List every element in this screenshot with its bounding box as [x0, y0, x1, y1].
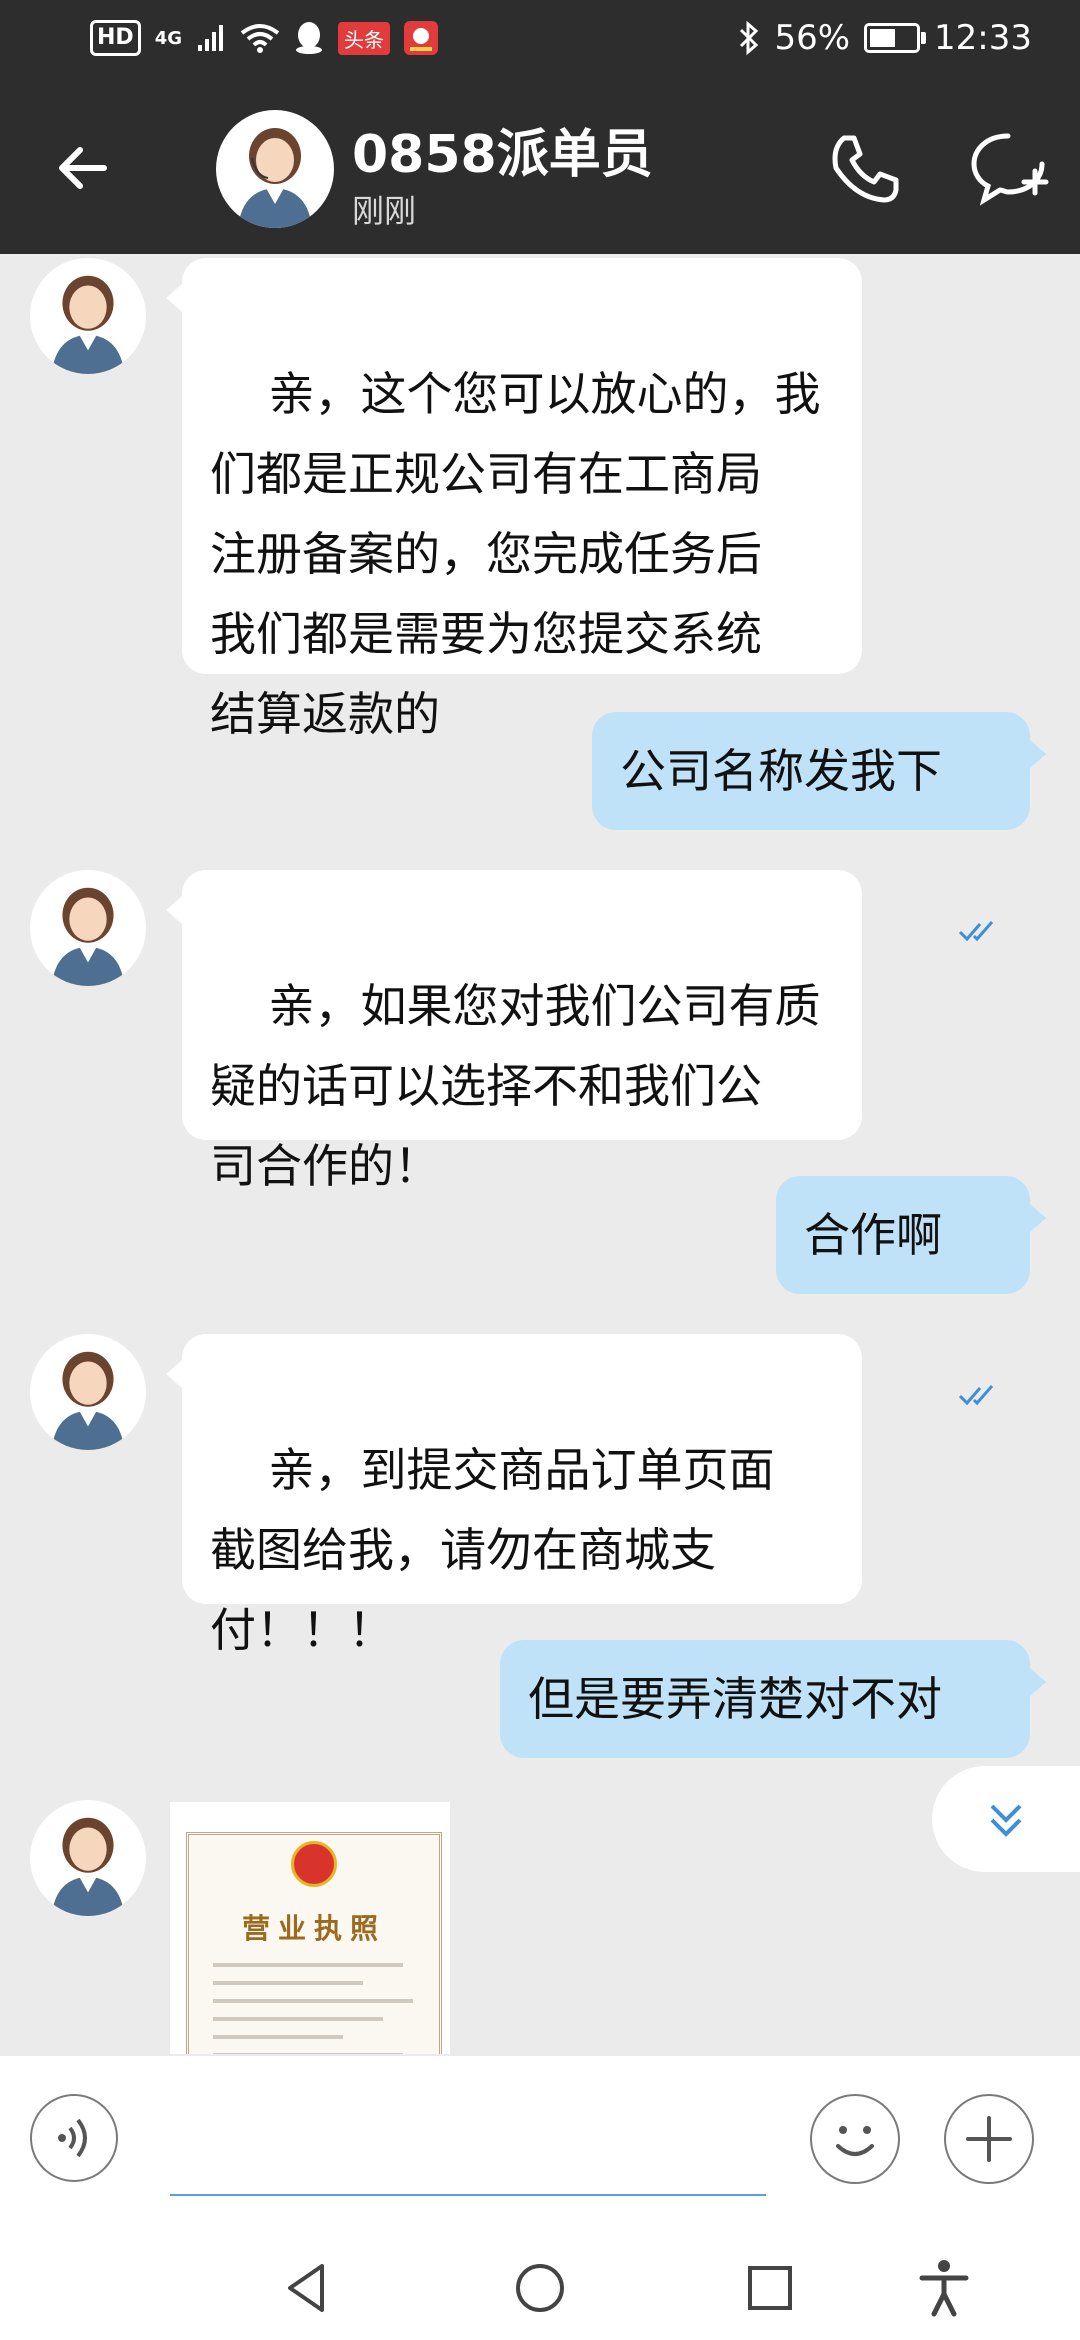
chat-header: 0858派单员 刚刚 [0, 86, 1080, 254]
read-double-tick-icon [958, 1222, 1002, 1406]
network-type: 4G [154, 27, 182, 49]
battery-icon [864, 23, 927, 53]
read-double-tick-icon [958, 758, 1002, 942]
message-text: 但是要弄清楚对不对 [528, 1672, 942, 1726]
back-arrow-icon[interactable] [50, 128, 130, 208]
license-document: 营业执照 [186, 1832, 442, 2054]
license-title: 营业执照 [241, 1912, 386, 1945]
input-bar [0, 2056, 1080, 2230]
wifi-icon [240, 23, 280, 53]
app-icon [404, 21, 438, 55]
clock: 12:33 [934, 18, 1032, 58]
phone-icon[interactable] [824, 128, 904, 208]
plus-icon[interactable] [944, 2094, 1034, 2184]
bluetooth-icon [738, 21, 760, 55]
system-nav-bar [0, 2230, 1080, 2340]
message-bubble-incoming[interactable]: 亲，这个您可以放心的，我 们都是正规公司有在工商局 注册备案的，您完成任务后 我… [166, 258, 862, 741]
national-emblem-icon [291, 1841, 337, 1887]
nav-back-icon[interactable] [276, 2256, 340, 2320]
status-bar: HD 4G 头条 56% 12:33 [0, 0, 1080, 86]
message-text: 公司名称发我下 [620, 744, 942, 798]
battery-percent: 56% [774, 18, 851, 58]
sender-avatar[interactable] [30, 870, 146, 986]
message-input[interactable] [170, 2086, 766, 2196]
voice-icon[interactable] [30, 2094, 118, 2182]
contact-status: 刚刚 [352, 192, 417, 230]
status-right: 56% 12:33 [738, 18, 1032, 58]
message-bubble-outgoing[interactable]: 但是要弄清楚对不对 [500, 1640, 1046, 1870]
sender-avatar[interactable] [30, 1800, 146, 1916]
business-license-image[interactable]: 营业执照 [170, 1802, 450, 2054]
sender-avatar[interactable] [30, 258, 146, 374]
qq-icon [294, 21, 324, 55]
status-left: HD 4G 头条 [90, 20, 438, 56]
accessibility-icon[interactable] [912, 2256, 976, 2320]
message-bubble-incoming[interactable]: 亲，如果您对我们公司有质 疑的话可以选择不和我们公 司合作的！ [166, 870, 862, 1193]
read-double-tick-icon [958, 1686, 1002, 1870]
message-bubble-outgoing[interactable]: 公司名称发我下 [592, 712, 1046, 942]
message-text: 合作啊 [804, 1208, 942, 1262]
scroll-to-bottom-button[interactable] [932, 1766, 1080, 1872]
signal-icon [196, 23, 226, 53]
emoji-icon[interactable] [810, 2094, 900, 2184]
nav-home-icon[interactable] [508, 2256, 572, 2320]
message-text: 亲，这个您可以放心的，我 们都是正规公司有在工商局 注册备案的，您完成任务后 我… [210, 367, 821, 741]
message-text: 亲，如果您对我们公司有质 疑的话可以选择不和我们公 司合作的！ [210, 979, 821, 1193]
hd-icon: HD [90, 20, 141, 56]
contact-avatar[interactable] [216, 110, 334, 228]
message-bubble-outgoing[interactable]: 合作啊 [776, 1176, 1046, 1406]
nav-recents-icon[interactable] [738, 2256, 802, 2320]
contact-name: 0858派单员 [352, 125, 653, 185]
sender-avatar[interactable] [30, 1334, 146, 1450]
chat-area[interactable]: 亲，这个您可以放心的，我 们都是正规公司有在工商局 注册备案的，您完成任务后 我… [0, 254, 1080, 2054]
toutiao-icon: 头条 [338, 21, 390, 55]
add-chat-icon[interactable] [966, 126, 1050, 210]
message-bubble-incoming[interactable]: 亲，到提交商品订单页面 截图给我，请勿在商城支 付！！！ [166, 1334, 862, 1657]
message-text: 亲，到提交商品订单页面 截图给我，请勿在商城支 付！！！ [210, 1443, 775, 1657]
